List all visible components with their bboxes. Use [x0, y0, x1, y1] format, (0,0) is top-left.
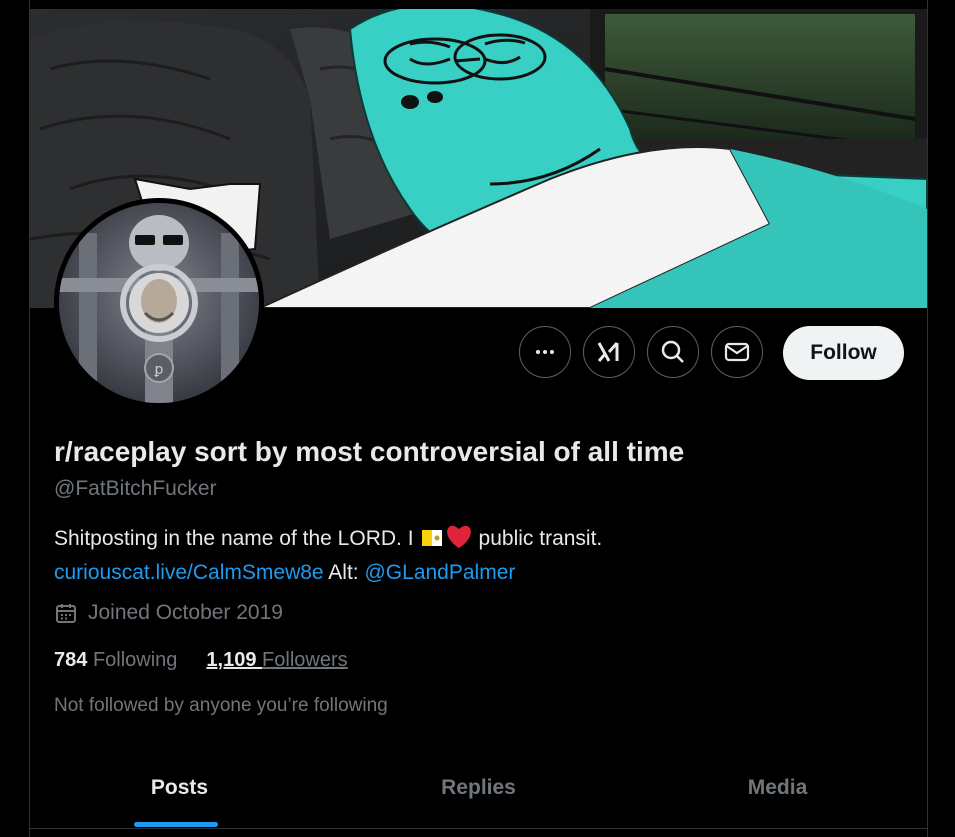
profile-bio: Shitposting in the name of the LORD. I pu…: [54, 523, 894, 588]
tab-posts[interactable]: Posts: [30, 760, 329, 836]
joined-text: Joined October 2019: [88, 601, 283, 624]
message-button[interactable]: [711, 326, 763, 378]
tab-label: Media: [747, 776, 808, 799]
following-count: 784: [54, 649, 88, 671]
following-link[interactable]: 784 Following: [54, 649, 177, 672]
profile-tabs: Posts Replies Media: [30, 760, 927, 836]
tabs-divider: [30, 828, 927, 829]
more-button[interactable]: [519, 326, 571, 378]
envelope-icon: [724, 342, 750, 362]
bio-link[interactable]: curiouscat.live/CalmSmew8e: [54, 561, 324, 584]
active-tab-indicator: [134, 822, 218, 827]
following-label: Following: [92, 649, 178, 671]
display-name: r/raceplay sort by most controversial of…: [54, 436, 685, 467]
search-icon: [661, 340, 684, 363]
followers-count: 1,109: [206, 649, 257, 671]
follow-button[interactable]: Follow: [783, 326, 904, 380]
profile-actions: [519, 326, 763, 378]
bio-alt-handle-link[interactable]: @GLandPalmer: [364, 561, 515, 584]
profile-avatar[interactable]: ꝑ: [54, 198, 264, 408]
grok-button[interactable]: [583, 326, 635, 378]
calendar-icon: [56, 604, 76, 623]
bio-alt-label: Alt:: [328, 561, 359, 584]
profile-handle: @FatBitchFucker: [54, 477, 217, 500]
tab-media[interactable]: Media: [628, 760, 927, 836]
bio-text-2: public transit.: [478, 527, 603, 550]
search-profile-button[interactable]: [647, 326, 699, 378]
grok-icon: [597, 342, 619, 362]
more-dots-icon: [536, 350, 554, 354]
svg-text:ꝑ: ꝑ: [154, 362, 164, 378]
joined-date: Joined October 2019: [54, 601, 283, 625]
heart-icon: [445, 523, 473, 558]
vatican-flag-icon: [421, 527, 442, 557]
tab-replies[interactable]: Replies: [329, 760, 628, 836]
followers-label: Followers: [262, 649, 348, 671]
bio-text: Shitposting in the name of the LORD. I: [54, 527, 414, 550]
profile-stats: 784 Following 1,109 Followers: [54, 649, 348, 672]
tab-label: Replies: [441, 776, 516, 799]
followers-link[interactable]: 1,109 Followers: [206, 649, 347, 672]
not-followed-text: Not followed by anyone you’re following: [54, 695, 388, 716]
